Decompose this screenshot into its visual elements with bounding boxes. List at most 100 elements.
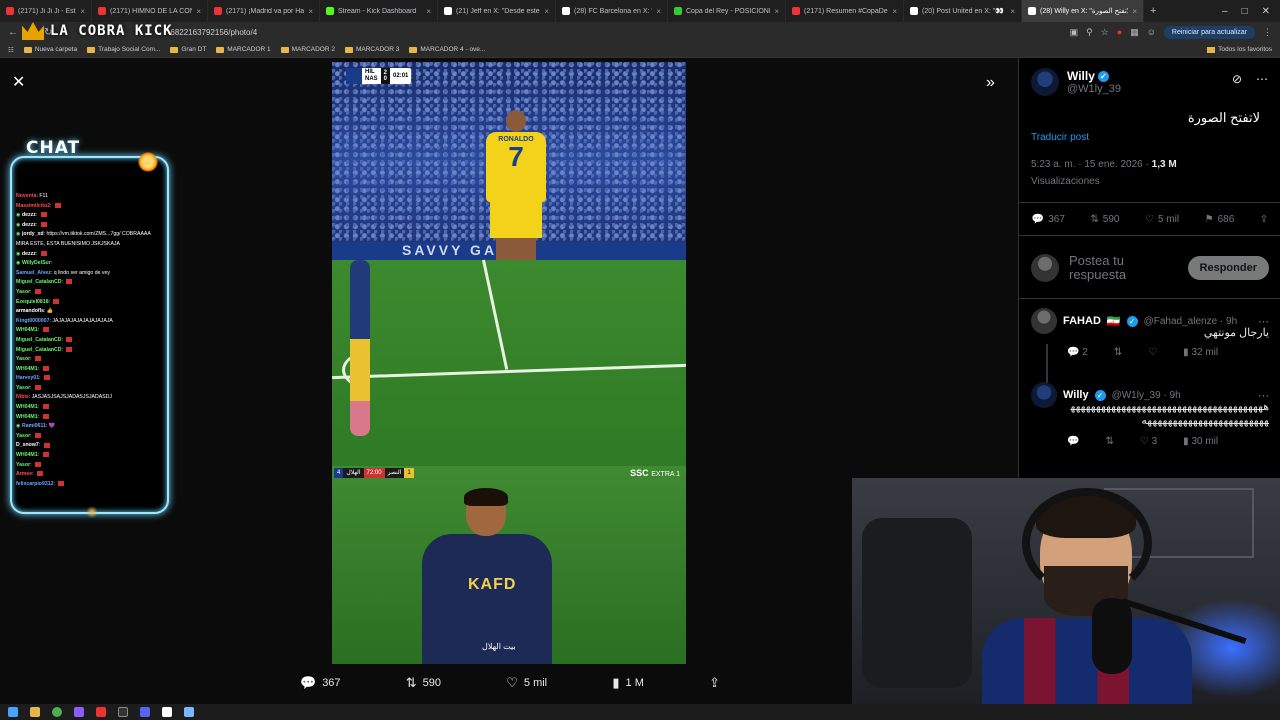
tab-close-icon[interactable]: × <box>308 7 313 16</box>
close-icon[interactable]: ✕ <box>12 72 25 92</box>
discord-icon[interactable] <box>140 707 150 717</box>
maximize-icon[interactable]: □ <box>1242 6 1248 17</box>
chat-username[interactable]: D_snow7 <box>16 442 39 448</box>
reply-action[interactable]: 💬 <box>1067 436 1079 447</box>
tab-close-icon[interactable]: × <box>774 7 779 16</box>
chat-username[interactable]: dezzz <box>22 251 36 257</box>
bookmark-item[interactable]: MARCADOR 1 <box>216 46 271 53</box>
chat-username[interactable]: Kingt0000007 <box>16 318 49 324</box>
chat-username[interactable]: WH04M1 <box>16 404 38 410</box>
browser-tab[interactable]: (28) Willy en X: "لاتفتح الصورة" × <box>1022 0 1144 22</box>
author-name[interactable]: Willy <box>1067 69 1095 83</box>
bookmark-item[interactable]: MARCADOR 4 - ove... <box>409 46 485 53</box>
windows-start-icon[interactable] <box>8 707 18 717</box>
views-action[interactable]: ▮ 1 M <box>612 675 644 691</box>
reply-item[interactable]: Willy ✓ @W1ly_39 · 9h ⋯ هههههههههههههههه… <box>1031 382 1269 447</box>
chat-username[interactable]: jordy_xd <box>22 231 44 237</box>
more-icon[interactable]: ⋯ <box>1256 72 1268 86</box>
zoom-icon[interactable]: ⚲ <box>1086 27 1093 38</box>
bookmark-item[interactable]: Nueva carpeta <box>23 46 77 53</box>
expand-panel-icon[interactable]: » <box>986 74 995 92</box>
all-favorites[interactable]: Todos los favoritos <box>1207 46 1272 53</box>
chat-username[interactable]: Miguel_CatalanCD <box>16 337 62 343</box>
tab-close-icon[interactable]: × <box>1132 7 1137 16</box>
close-window-icon[interactable]: ✕ <box>1262 6 1270 17</box>
puzzle-icon[interactable]: ▦ <box>1130 27 1139 38</box>
browser-tab[interactable]: Copa del Rey - POSICIONES × <box>668 0 786 22</box>
post-author[interactable]: Willy ✓ @W1ly_39 <box>1031 68 1121 96</box>
reply-handle[interactable]: @Fahad_alenze · 9h <box>1144 316 1238 327</box>
minimize-icon[interactable]: – <box>1222 6 1228 17</box>
reply-handle[interactable]: @W1ly_39 · 9h <box>1112 390 1181 401</box>
avatar[interactable] <box>1031 382 1057 408</box>
views-action[interactable]: ▮ 32 mil <box>1183 347 1218 358</box>
chat-username[interactable]: Yasor <box>16 433 30 439</box>
chat-username[interactable]: Massimilcito2 <box>16 203 50 209</box>
chat-username[interactable]: Harvey01 <box>16 375 39 381</box>
browser-tab[interactable]: (2171) Resumen #CopaDelRe × <box>786 0 904 22</box>
app-icon[interactable] <box>74 707 84 717</box>
bookmark-stat[interactable]: ⚑ 686 <box>1205 214 1235 225</box>
update-button[interactable]: Reiniciar para actualizar <box>1163 25 1255 39</box>
app-icon[interactable] <box>96 707 106 717</box>
chat-username[interactable]: Ezequiel0818 <box>16 299 49 305</box>
tab-close-icon[interactable]: × <box>656 7 661 16</box>
reply-action[interactable]: 💬 2 <box>1067 347 1088 358</box>
chat-username[interactable]: Yasor <box>16 462 30 468</box>
like-action[interactable]: ♡ <box>1148 347 1157 358</box>
back-icon[interactable]: ← <box>8 27 18 38</box>
views-action[interactable]: ▮ 30 mil <box>1183 436 1218 447</box>
app-icon[interactable] <box>162 707 172 717</box>
chat-username[interactable]: Yasor <box>16 289 30 295</box>
author-handle[interactable]: @W1ly_39 <box>1067 83 1121 95</box>
post-timestamp[interactable]: 5:23 a. m. · 15 ene. 2026 · <box>1031 159 1149 170</box>
cast-icon[interactable]: ▣ <box>1070 27 1079 38</box>
avatar[interactable] <box>1031 308 1057 334</box>
browser-tab[interactable]: (20) Post United en X: "👀 @ × <box>904 0 1022 22</box>
tab-close-icon[interactable]: × <box>1010 7 1015 16</box>
extension-icon[interactable]: ● <box>1117 27 1122 37</box>
star-icon[interactable]: ☆ <box>1101 27 1109 38</box>
repost-action[interactable]: ⇅ <box>1105 436 1113 447</box>
tab-close-icon[interactable]: × <box>196 7 201 16</box>
grok-icon[interactable]: ⊘ <box>1232 72 1242 86</box>
chat-username[interactable]: Yasor <box>16 356 30 362</box>
like-action[interactable]: ♡ 3 <box>1140 436 1157 447</box>
tab-close-icon[interactable]: × <box>80 7 85 16</box>
like-stat[interactable]: ♡ 5 mil <box>1145 214 1179 225</box>
chat-username[interactable]: WH04M1 <box>16 452 38 458</box>
browser-tab[interactable]: (21) Jeff en X: "Desde este día × <box>438 0 556 22</box>
chat-username[interactable]: WH04M1 <box>16 414 38 420</box>
profile-icon[interactable]: ☺ <box>1147 27 1156 37</box>
share-stat[interactable]: ⇪ <box>1260 214 1268 225</box>
chat-username[interactable]: Noventa <box>16 193 36 199</box>
chat-username[interactable]: Miguel_CatalanCD <box>16 279 62 285</box>
avatar[interactable] <box>1031 68 1059 96</box>
chat-username[interactable]: WH04M1 <box>16 327 38 333</box>
new-tab-button[interactable]: + <box>1144 5 1162 17</box>
reply-input[interactable]: Postea tu respuesta <box>1069 254 1178 282</box>
reply-stat[interactable]: 💬 367 <box>1032 214 1065 225</box>
chat-username[interactable]: Yasor <box>16 385 30 391</box>
repost-stat[interactable]: ⇅ 590 <box>1090 214 1119 225</box>
chat-username[interactable]: dezzz <box>22 222 36 228</box>
chrome-icon[interactable] <box>52 707 62 717</box>
reply-action[interactable]: 💬 367 <box>300 675 341 691</box>
bookmark-item[interactable]: MARCADOR 3 <box>344 46 399 53</box>
chat-username[interactable]: Armee <box>16 471 32 477</box>
tab-close-icon[interactable]: × <box>426 7 431 16</box>
app-icon[interactable] <box>184 707 194 717</box>
url-field[interactable]: 6822163792156/photo/4 <box>170 28 257 37</box>
browser-tab[interactable]: (28) FC Barcelona en X: "✅ B × <box>556 0 668 22</box>
translate-link[interactable]: Traducir post <box>1031 132 1089 143</box>
chat-username[interactable]: WillyDelSur <box>22 260 51 266</box>
bookmark-item[interactable]: MARCADOR 2 <box>280 46 335 53</box>
repost-action[interactable]: ⇅ <box>1114 347 1122 358</box>
chat-username[interactable]: Nibis <box>16 394 29 400</box>
chat-username[interactable]: Samuel_Alvez <box>16 270 51 276</box>
chat-username[interactable]: felixcarpio9312 <box>16 481 54 487</box>
reply-item[interactable]: FAHAD 🇮🇷 ✓ @Fahad_alenze · 9h ⋯ يارجال م… <box>1031 308 1269 358</box>
tab-close-icon[interactable]: × <box>544 7 549 16</box>
chat-username[interactable]: WH04M1 <box>16 366 38 372</box>
share-action[interactable]: ⇪ <box>709 675 720 691</box>
